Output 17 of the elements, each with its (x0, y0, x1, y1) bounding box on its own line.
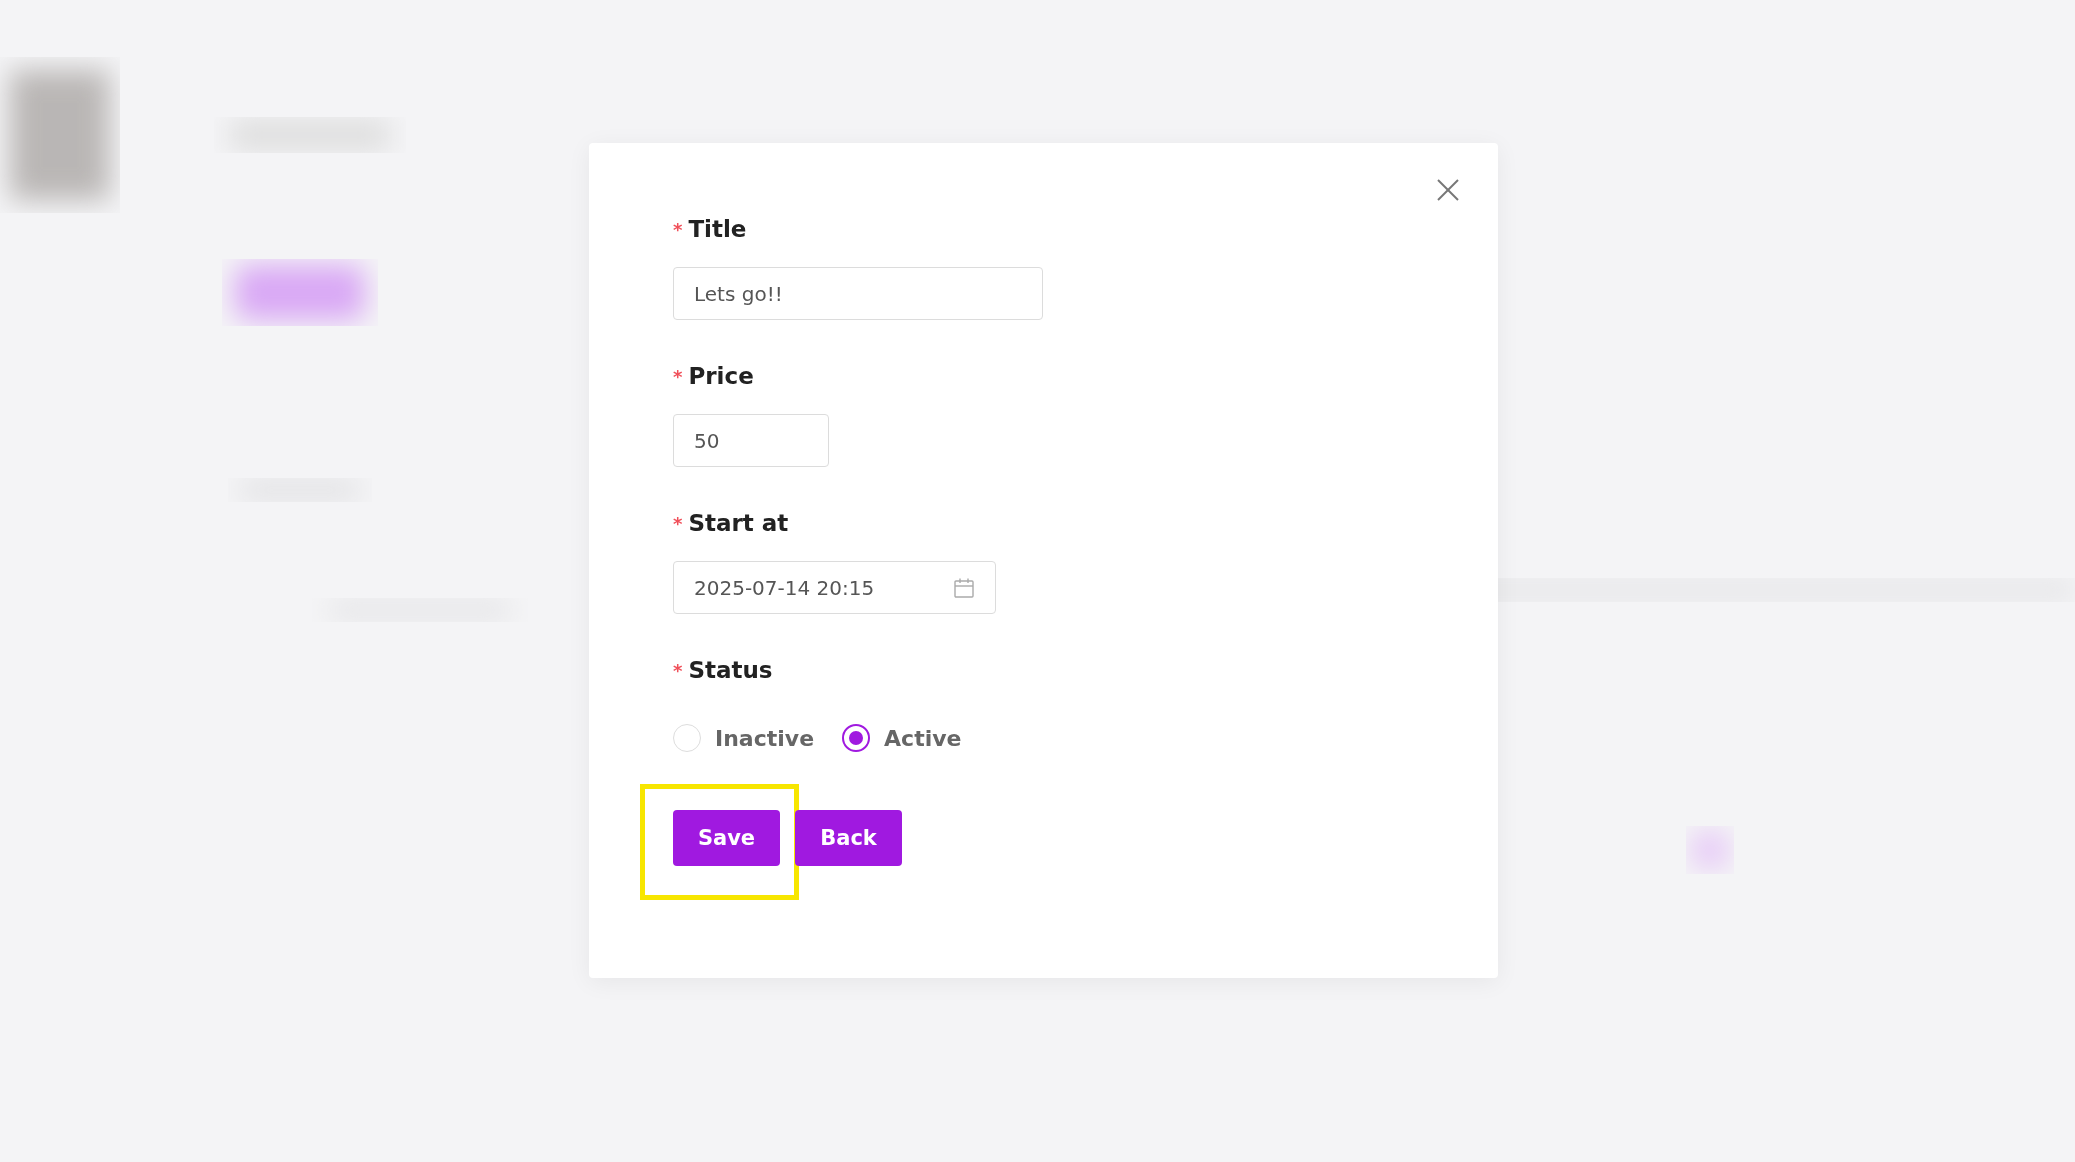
save-button[interactable]: Save (673, 810, 780, 866)
required-asterisk: * (673, 512, 683, 534)
date-field[interactable]: 2025-07-14 20:15 (673, 561, 996, 614)
input-field[interactable]: Lets go!! (673, 267, 1043, 320)
field-label: Start at (688, 510, 789, 536)
required-asterisk: * (673, 365, 683, 387)
field-label: Status (688, 657, 773, 683)
radio-button[interactable] (842, 724, 871, 752)
required-asterisk: * (673, 218, 683, 240)
required-asterisk: * (673, 659, 683, 681)
field-label: Price (688, 363, 754, 389)
field-label: Title (688, 216, 747, 242)
input-field[interactable]: 50 (673, 414, 829, 467)
back-button[interactable]: Back (795, 810, 902, 866)
radio-option[interactable]: Active (842, 724, 962, 752)
calendar-icon (953, 576, 975, 599)
radio-option[interactable]: Inactive (673, 724, 815, 752)
